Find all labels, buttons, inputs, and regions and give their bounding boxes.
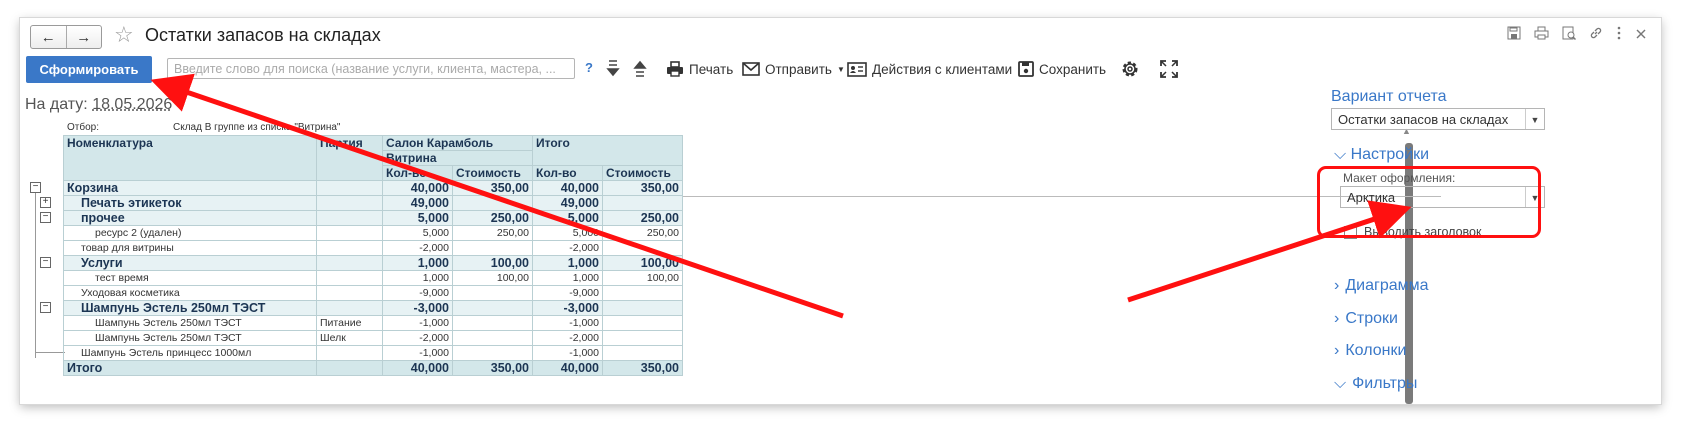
annotation-arrow-generate xyxy=(150,73,844,319)
annotation-arrow-layout xyxy=(1127,200,1412,303)
annotation-arrows xyxy=(150,73,1412,319)
